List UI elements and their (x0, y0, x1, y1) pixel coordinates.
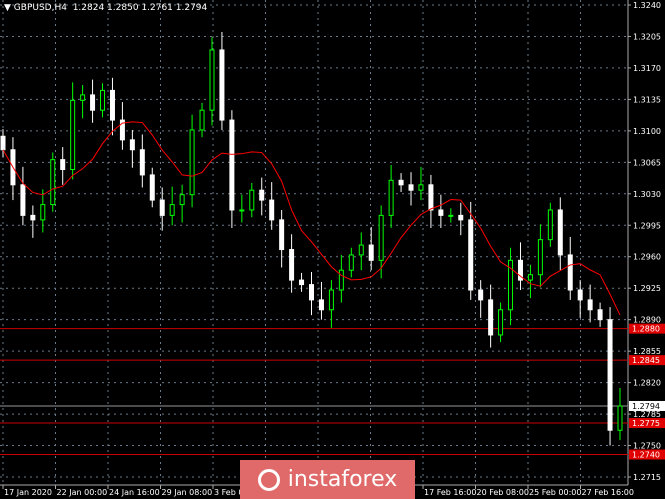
y-tick-label: 1.2820 (633, 379, 661, 388)
bull-candle (328, 289, 334, 311)
bull-candle (179, 194, 185, 206)
bull-candle (169, 204, 175, 216)
x-tick-label: 29 Jan 08:00 (162, 488, 213, 497)
bull-candle (388, 179, 394, 216)
bear-candle (289, 249, 295, 281)
bull-candle (348, 254, 354, 271)
bear-candle (428, 184, 434, 211)
bear-candle (219, 49, 225, 121)
level-price-label: 1.2775 (632, 419, 660, 428)
bear-candle (279, 219, 285, 251)
y-tick-label: 1.3135 (633, 95, 661, 104)
x-tick-label: 24 Jan 16:00 (109, 488, 160, 497)
ohlc-readout: 1.2824 1.2850 1.2761 1.2794 (72, 3, 208, 13)
y-tick-label: 1.2960 (633, 253, 661, 262)
level-price-label: 1.2845 (632, 356, 660, 365)
bull-candle (498, 309, 504, 336)
bull-candle (40, 204, 46, 221)
level-price-label: 1.2740 (632, 451, 660, 460)
y-tick-label: 1.3065 (633, 158, 661, 167)
bear-candle (478, 289, 484, 301)
y-tick-label: 1.3030 (633, 190, 661, 199)
x-tick-label: 22 Jan 00:00 (57, 488, 108, 497)
bull-candle (617, 405, 623, 431)
x-tick-label: 20 Feb 08:00 (477, 488, 529, 497)
bear-candle (149, 174, 155, 201)
bear-candle (607, 319, 613, 431)
chart-window: 1.3240 1.3205 1.3170 1.3135 1.3100 1.3065 1.30… (0, 0, 665, 499)
bear-candle (318, 299, 324, 311)
x-tick-label: 17 Jan 2020 (4, 488, 52, 497)
bull-candle (448, 214, 454, 217)
bull-candle (537, 239, 543, 276)
bull-candle (418, 184, 424, 191)
bear-candle (557, 209, 563, 256)
bear-candle (468, 219, 474, 291)
bear-candle (269, 199, 275, 221)
y-tick-label: 1.3205 (633, 32, 661, 41)
bear-candle (0, 135, 6, 151)
y-tick-label: 1.3100 (633, 127, 661, 136)
y-tick-label: 1.2785 (633, 410, 661, 419)
bull-candle (527, 274, 533, 281)
bear-candle (299, 279, 305, 286)
bull-candle (358, 244, 364, 256)
bear-candle (597, 309, 603, 321)
x-tick-label: 25 Feb 00:00 (529, 488, 581, 497)
y-tick-label: 1.2855 (633, 347, 661, 356)
bear-candle (398, 179, 404, 186)
bear-candle (368, 244, 374, 261)
bull-candle (378, 214, 384, 261)
y-tick-label: 1.2715 (633, 473, 661, 482)
bull-candle (338, 269, 344, 291)
bear-candle (438, 209, 444, 216)
current-price-label: 1.2794 (632, 402, 660, 411)
price-chart[interactable]: 1.3240 1.3205 1.3170 1.3135 1.3100 1.3065 1.30… (0, 0, 665, 499)
y-tick-label: 1.2925 (633, 284, 661, 293)
bear-candle (458, 214, 464, 221)
bull-candle (189, 129, 195, 196)
bull-candle (199, 109, 205, 131)
bear-candle (109, 89, 115, 121)
bull-candle (547, 209, 553, 241)
y-tick-label: 1.2890 (633, 316, 661, 325)
bear-candle (129, 139, 135, 151)
bear-candle (567, 254, 573, 291)
bull-candle (50, 159, 56, 206)
bear-candle (488, 299, 494, 336)
chart-title: ▼ GBPUSD,H4 1.2824 1.2850 1.2761 1.2794 (4, 3, 208, 13)
bear-candle (60, 159, 66, 171)
bull-candle (249, 189, 255, 211)
bull-candle (70, 99, 76, 171)
bull-candle (209, 49, 215, 111)
bear-candle (159, 199, 165, 216)
y-tick-label: 1.3170 (633, 64, 661, 73)
y-tick-label: 1.2750 (633, 442, 661, 451)
bear-candle (30, 214, 36, 221)
x-tick-label: 27 Feb 16:00 (582, 488, 634, 497)
symbol-label: GBPUSD,H4 (13, 3, 67, 13)
level-price-label: 1.2880 (632, 325, 660, 334)
bear-candle (577, 289, 583, 301)
bear-candle (20, 184, 26, 216)
bull-candle (239, 209, 245, 212)
bear-candle (408, 184, 414, 191)
y-tick-label: 1.3240 (633, 1, 661, 10)
logo-text: instaforex (287, 467, 398, 492)
logo-icon (257, 468, 280, 491)
bull-candle (80, 94, 86, 101)
bear-candle (587, 299, 593, 311)
bear-candle (229, 119, 235, 211)
bear-candle (90, 94, 96, 111)
bear-candle (259, 189, 265, 201)
x-tick-label: 17 Feb 16:00 (424, 488, 476, 497)
bear-candle (309, 284, 314, 301)
y-tick-label: 1.2995 (633, 221, 661, 230)
bear-candle (139, 149, 145, 176)
instaforex-logo: instaforex (240, 460, 415, 499)
bull-candle (100, 89, 106, 111)
